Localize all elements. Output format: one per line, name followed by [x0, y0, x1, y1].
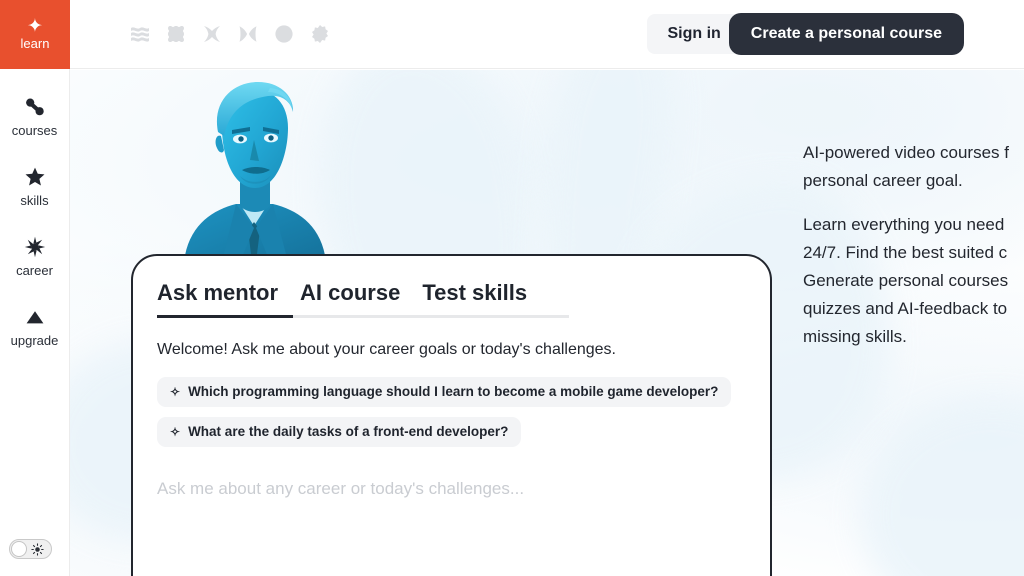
logo-placeholder-bowtie-a-icon[interactable]: [200, 22, 224, 46]
sidebar-item-career[interactable]: career: [0, 227, 69, 285]
mentor-prompt-input[interactable]: [157, 479, 746, 500]
brand-label: learn: [20, 36, 50, 52]
hero-line: Learn everything you need: [803, 215, 1005, 234]
header-actions: Sign in Create a personal course: [647, 13, 964, 55]
suggestion-chip[interactable]: ✧ Which programming language should I le…: [157, 376, 732, 407]
hero-line: quizzes and AI-feedback to: [803, 299, 1008, 318]
background-blob: [860, 400, 1024, 576]
hero-line: personal career goal.: [803, 171, 963, 190]
tab-test-skills[interactable]: Test skills: [422, 282, 527, 318]
hero-paragraph-2: Learn everything you need 24/7. Find the…: [803, 211, 1024, 351]
hero-line: 24/7. Find the best suited c: [803, 243, 1008, 262]
sidebar-item-upgrade[interactable]: upgrade: [0, 297, 69, 355]
welcome-message: Welcome! Ask me about your career goals …: [157, 341, 616, 358]
top-header: Sign in Create a personal course: [70, 0, 1024, 69]
triangle-up-icon: [26, 311, 43, 324]
starburst-icon: [24, 236, 45, 258]
sidebar-item-label: courses: [11, 123, 58, 138]
sparkle-icon: ✧: [170, 384, 181, 399]
logo-placeholder-bowtie-b-icon[interactable]: [236, 22, 260, 46]
partner-logo-strip: [128, 22, 332, 46]
sidebar-item-skills[interactable]: skills: [0, 157, 69, 215]
brand-logo-learn[interactable]: ✦ learn: [0, 0, 70, 69]
logo-placeholder-circle-icon[interactable]: [272, 22, 296, 46]
sparkle-icon: ✦: [27, 16, 43, 38]
mentor-portrait: [178, 76, 330, 262]
sun-icon: [31, 542, 44, 556]
sidebar: ✦ learn courses skills career upgrade: [0, 0, 70, 576]
create-personal-course-button[interactable]: Create a personal course: [728, 13, 964, 55]
hero-copy: AI-powered video courses f personal care…: [803, 139, 1024, 367]
star-icon: [25, 167, 44, 186]
hero-line: AI-powered video courses f: [803, 143, 1009, 162]
logo-placeholder-gear-icon[interactable]: [308, 22, 332, 46]
suggestion-text: What are the daily tasks of a front-end …: [188, 423, 509, 439]
card-tabs: Ask mentor AI course Test skills: [157, 282, 746, 318]
sidebar-item-label: career: [16, 263, 53, 278]
sidebar-item-label: upgrade: [10, 333, 59, 348]
dumbbell-icon: [25, 98, 44, 116]
tabs-divider: [157, 315, 569, 318]
tab-ai-course[interactable]: AI course: [300, 282, 400, 318]
suggestion-text: Which programming language should I lear…: [188, 383, 719, 399]
hero-paragraph-1: AI-powered video courses f personal care…: [803, 139, 1024, 195]
suggestion-chip[interactable]: ✧ What are the daily tasks of a front-en…: [157, 416, 522, 448]
logo-placeholder-stack-icon[interactable]: [128, 22, 152, 46]
sidebar-item-label: skills: [20, 193, 49, 208]
tab-ask-mentor[interactable]: Ask mentor: [157, 282, 278, 318]
logo-placeholder-squircle-icon[interactable]: [164, 22, 188, 46]
theme-toggle-knob: [11, 541, 27, 557]
sparkle-icon: ✧: [170, 424, 181, 439]
hero-line: missing skills.: [803, 327, 907, 346]
theme-toggle[interactable]: [9, 539, 52, 559]
active-tab-indicator: [157, 315, 293, 318]
suggested-prompts: ✧ Which programming language should I le…: [157, 376, 746, 448]
mentor-card: Ask mentor AI course Test skills Welcome…: [131, 254, 772, 576]
hero-line: Generate personal courses: [803, 271, 1009, 290]
sidebar-item-courses[interactable]: courses: [0, 87, 69, 145]
